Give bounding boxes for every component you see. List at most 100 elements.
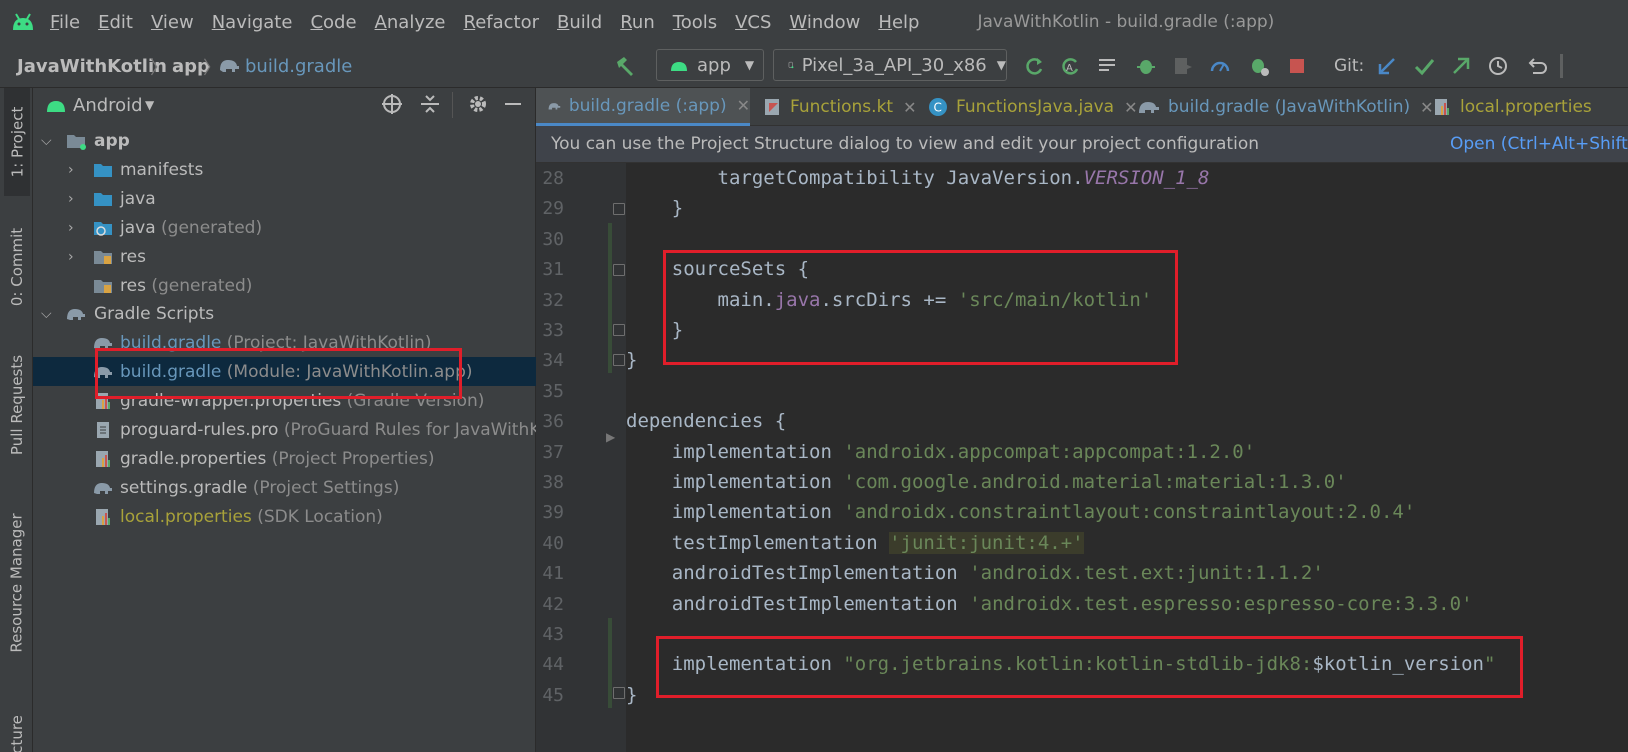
menu-code[interactable]: Code [310, 12, 356, 33]
menu-build[interactable]: Build [557, 12, 602, 33]
fold-start-icon[interactable] [613, 264, 625, 276]
tree-item-java[interactable]: › java [33, 184, 536, 213]
code-line[interactable]: 37 implementation 'androidx.appcompat:ap… [536, 438, 1628, 468]
menu-window[interactable]: Window [789, 12, 860, 33]
chevron-right-icon[interactable]: › [68, 162, 80, 178]
profiler-gauge-icon[interactable] [1209, 55, 1231, 77]
code-line[interactable]: 38 implementation 'com.google.android.ma… [536, 468, 1628, 498]
fold-end-icon[interactable] [613, 354, 625, 366]
tab-functions-kt[interactable]: Functions.kt ✕ [764, 88, 917, 126]
tool-tab-project[interactable]: 1: Project [4, 88, 30, 196]
code-line[interactable]: 42 androidTestImplementation 'androidx.t… [536, 590, 1628, 620]
code-line[interactable]: 36 dependencies { [536, 407, 1628, 437]
code-token: } [626, 683, 638, 706]
chevron-right-icon[interactable]: › [68, 220, 80, 236]
debug-settings-bug-icon[interactable] [1248, 55, 1270, 77]
debug-bug-icon[interactable] [1135, 55, 1157, 77]
gradle-elephant-icon [1139, 102, 1159, 113]
minimize-icon[interactable] [505, 103, 521, 105]
folder-icon [94, 163, 112, 177]
tree-item-java-generated[interactable]: › java (generated) [33, 213, 536, 242]
run-tasks-list-icon[interactable] [1097, 55, 1119, 77]
tree-item-settings-gradle[interactable]: settings.gradle (Project Settings) [33, 473, 536, 502]
git-push-arrow-icon[interactable] [1450, 55, 1472, 77]
run-gutter-arrow-icon[interactable]: ▶ [606, 430, 615, 444]
open-project-structure-link[interactable]: Open (Ctrl+Alt+Shift+S) [1450, 134, 1628, 154]
tab-local-properties[interactable]: local.properties [1432, 88, 1592, 126]
line-number: 33 [542, 320, 564, 341]
close-icon[interactable]: ✕ [903, 98, 916, 117]
tree-item-local-properties[interactable]: local.properties (SDK Location) [33, 502, 536, 531]
chevron-down-icon[interactable]: ▼ [145, 98, 154, 112]
tree-item-res-generated[interactable]: res (generated) [33, 271, 536, 300]
stop-icon[interactable] [1286, 55, 1308, 77]
svg-text:A: A [1066, 63, 1073, 74]
tool-tab-commit[interactable]: 0: Commit [4, 212, 30, 322]
menu-view[interactable]: View [151, 12, 194, 33]
fold-end-icon[interactable] [613, 324, 625, 336]
chevron-down-icon[interactable]: ⌵ [41, 133, 53, 149]
git-update-arrow-icon[interactable] [1376, 55, 1398, 77]
tab-build-gradle-project[interactable]: build.gradle (JavaWithKotlin) ✕ [1138, 88, 1434, 126]
git-commit-check-icon[interactable] [1413, 55, 1435, 77]
breadcrumb-file[interactable]: build.gradle [245, 56, 352, 77]
fold-end-icon[interactable] [613, 687, 625, 699]
tree-item-res[interactable]: › res [33, 242, 536, 271]
line-number: 29 [542, 198, 564, 220]
apply-code-changes-icon[interactable]: A [1059, 55, 1081, 77]
menu-vcs[interactable]: VCS [735, 12, 771, 33]
chevron-right-icon[interactable]: › [68, 249, 80, 265]
tree-item-manifests[interactable]: › manifests [33, 155, 536, 184]
tab-label: build.gradle (:app) [568, 95, 727, 116]
code-line[interactable]: 29 } [536, 194, 1628, 224]
code-line[interactable]: 39 implementation 'androidx.constraintla… [536, 498, 1628, 528]
tool-tab-pull-requests[interactable]: Pull Requests [4, 340, 30, 470]
tool-tab-resource-manager[interactable]: Resource Manager [4, 498, 30, 668]
code-editor[interactable]: 28 targetCompatibility JavaVersion.VERSI… [536, 163, 1628, 752]
make-project-hammer-icon[interactable] [614, 55, 636, 77]
fold-end-icon[interactable] [613, 203, 625, 215]
code-line[interactable]: 40 testImplementation 'junit:junit:4.+' [536, 529, 1628, 559]
attach-debugger-icon[interactable] [1172, 55, 1194, 77]
line-number: 34 [542, 350, 564, 372]
menu-run[interactable]: Run [620, 12, 655, 33]
menu-navigate[interactable]: Navigate [212, 12, 293, 33]
tree-item-app[interactable]: ⌵ app [33, 126, 536, 155]
tab-functions-java[interactable]: C FunctionsJava.java ✕ [928, 88, 1138, 126]
git-history-clock-icon[interactable] [1487, 55, 1509, 77]
tree-item-proguard-rules[interactable]: proguard-rules.pro (ProGuard Rules for J… [33, 415, 583, 444]
select-opened-file-target-icon[interactable] [381, 93, 403, 115]
line-number: 35 [542, 380, 564, 402]
menu-analyze[interactable]: Analyze [375, 12, 446, 33]
chevron-down-icon[interactable]: ⌵ [41, 306, 53, 322]
code-line[interactable]: 35 [536, 377, 1628, 407]
git-rollback-icon[interactable] [1525, 55, 1547, 77]
chevron-down-icon: ▼ [996, 58, 1006, 72]
close-icon[interactable]: ✕ [1124, 98, 1137, 117]
line-number: 43 [542, 624, 564, 645]
tree-item-gradle-scripts[interactable]: ⌵ Gradle Scripts [33, 299, 536, 328]
chevron-right-icon[interactable]: › [68, 191, 80, 207]
menu-help[interactable]: Help [878, 12, 919, 33]
menu-file[interactable]: File [50, 12, 80, 33]
menu-refactor[interactable]: Refactor [464, 12, 540, 33]
menu-tools[interactable]: Tools [673, 12, 717, 33]
run-configuration-select[interactable]: app ▼ [656, 49, 764, 81]
menu-edit[interactable]: Edit [98, 12, 133, 33]
code-line[interactable]: 41 androidTestImplementation 'androidx.t… [536, 559, 1628, 589]
code-token: } [626, 349, 638, 372]
code-line[interactable]: 28 targetCompatibility JavaVersion.VERSI… [536, 164, 1628, 194]
apply-changes-restart-icon[interactable] [1023, 55, 1045, 77]
gear-icon[interactable] [467, 93, 489, 115]
project-view-selector[interactable]: Android [73, 95, 143, 116]
tab-build-gradle-app[interactable]: build.gradle (:app) ✕ [536, 88, 750, 126]
tab-label: local.properties [1460, 97, 1592, 117]
breadcrumb-project[interactable]: JavaWithKotlin [17, 56, 167, 77]
close-icon[interactable]: ✕ [737, 96, 750, 115]
tree-item-gradle-properties[interactable]: gradle.properties (Project Properties) [33, 444, 536, 473]
device-select[interactable]: Pixel_3a_API_30_x86 ▼ [773, 49, 1007, 81]
tool-tab-structure[interactable]: Structure [4, 688, 30, 752]
collapse-all-icon[interactable] [419, 93, 441, 115]
